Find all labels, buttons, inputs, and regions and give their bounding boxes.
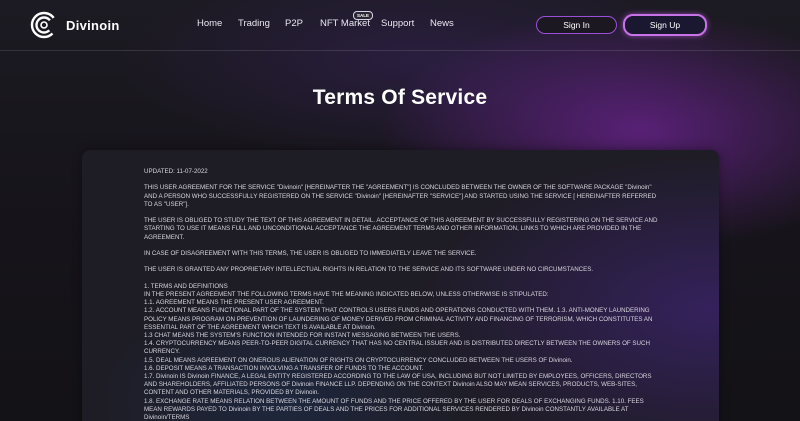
nft-sale-badge: SALE <box>353 11 374 20</box>
logo-text: Divinoin <box>66 17 120 33</box>
nav-p2p[interactable]: P2P <box>285 18 303 29</box>
terms-paragraph: THE USER IS OBLIGED TO STUDY THE TEXT OF… <box>144 217 658 241</box>
updated-date: UPDATED: 11-07-2022 <box>144 168 208 175</box>
divinoin-logo-icon <box>30 11 58 39</box>
nav-support[interactable]: Support <box>381 18 414 29</box>
section-line: 1.7. Divinoin IS Divinoin FINANCE, A LEG… <box>144 373 652 397</box>
sign-up-button[interactable]: Sign Up <box>623 14 707 36</box>
nav-trading[interactable]: Trading <box>238 18 270 29</box>
terms-paragraph: THE USER IS GRANTED ANY PROPRIETARY INTE… <box>144 266 594 274</box>
section-line: 1.8. EXCHANGE RATE MEANS RELATION BETWEE… <box>144 397 644 421</box>
logo[interactable]: Divinoin <box>30 11 120 39</box>
nav-home[interactable]: Home <box>197 18 222 29</box>
section-line: IN THE PRESENT AGREEMENT THE FOLLOWING T… <box>144 290 549 298</box>
section-line: 1.5. DEAL MEANS AGREEMENT ON ONEROUS ALI… <box>144 356 573 364</box>
section-heading: 1. TERMS AND DEFINITIONS <box>144 282 228 290</box>
section-line: 1.2. ACCOUNT MEANS FUNCTIONAL PART OF TH… <box>144 307 653 331</box>
terms-section-definitions: 1. TERMS AND DEFINITIONS IN THE PRESENT … <box>144 283 658 421</box>
top-navbar: Divinoin Home Trading P2P NFT Market SAL… <box>0 0 800 51</box>
sign-in-button[interactable]: Sign In <box>536 16 617 34</box>
section-line: 1.4. CRYPTOCURRENCY MEANS PEER-TO-PEER D… <box>144 340 650 356</box>
section-line: 1.6. DEPOSIT MEANS A TRANSACTION INVOLVI… <box>144 364 424 372</box>
terms-paragraph: IN CASE OF DISAGREEMENT WITH THIS TERMS,… <box>144 249 477 257</box>
terms-paragraph: THIS USER AGREEMENT FOR THE SERVICE "Div… <box>144 184 657 208</box>
nav-news[interactable]: News <box>430 18 454 29</box>
terms-card: UPDATED: 11-07-2022 THIS USER AGREEMENT … <box>82 150 719 421</box>
page-title: Terms Of Service <box>312 86 488 109</box>
page: Divinoin Home Trading P2P NFT Market SAL… <box>0 0 800 421</box>
terms-text: UPDATED: 11-07-2022 THIS USER AGREEMENT … <box>144 168 658 421</box>
section-line: 1.1. AGREEMENT MEANS THE PRESENT USER AG… <box>144 299 324 307</box>
section-line: 1.3 CHAT MEANS THE SYSTEM'S FUNCTION INT… <box>144 331 461 339</box>
